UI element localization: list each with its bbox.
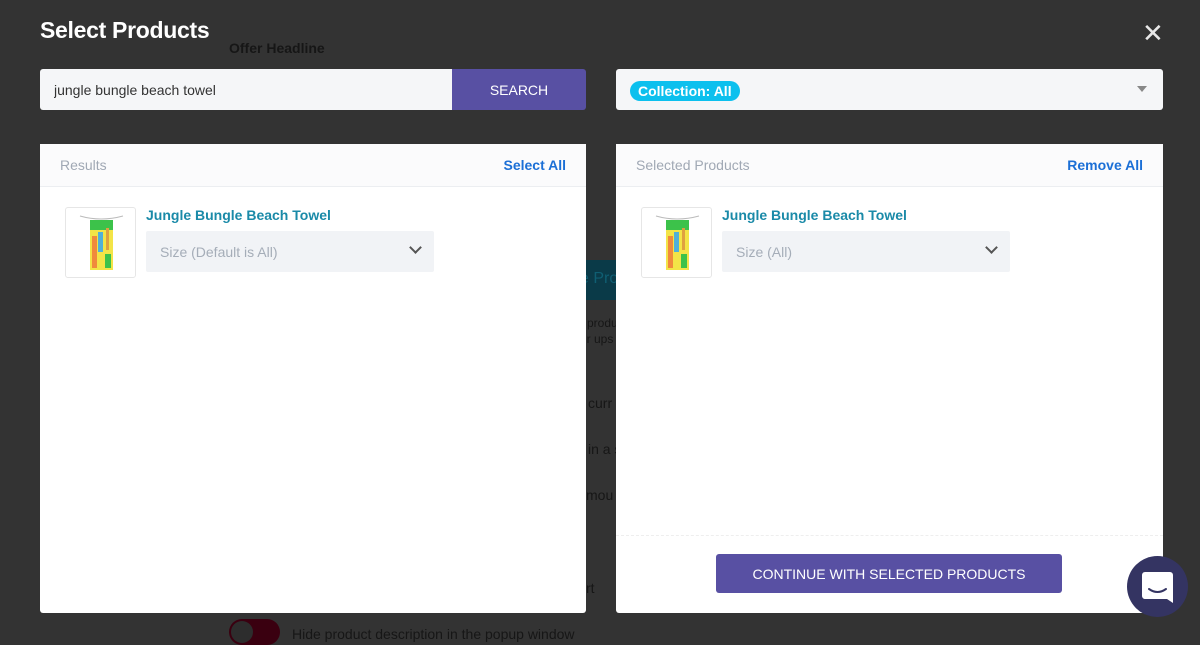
bg-fragment: mou	[586, 487, 614, 503]
product-thumbnail	[65, 207, 136, 278]
selected-panel: Selected Products Remove All Jungle Bung…	[616, 144, 1163, 613]
remove-all-link[interactable]: Remove All	[1067, 157, 1143, 173]
results-label: Results	[60, 157, 107, 173]
bg-offer-headline: Offer Headline	[229, 40, 325, 56]
collection-pill: Collection: All	[630, 81, 740, 101]
chevron-down-icon	[409, 241, 422, 254]
close-icon[interactable]: ✕	[1142, 20, 1164, 46]
collection-select[interactable]: Collection: All	[616, 69, 1163, 110]
bg-fragment: rt	[586, 580, 595, 596]
size-select-placeholder: Size (Default is All)	[160, 244, 278, 260]
bg-teal-button-text: e Pro	[586, 270, 616, 287]
product-thumbnail	[641, 207, 712, 278]
results-header: Results Select All	[40, 144, 586, 187]
bg-teal-button: e Pro	[586, 260, 616, 300]
selected-header: Selected Products Remove All	[616, 144, 1163, 187]
product-name-link[interactable]: Jungle Bungle Beach Towel	[146, 207, 331, 223]
bg-fragment: curr	[588, 395, 613, 411]
bg-fragment: produ	[587, 316, 618, 330]
results-panel: Results Select All Jungle Bungle Beach T…	[40, 144, 586, 613]
search-button[interactable]: SEARCH	[452, 69, 586, 110]
selected-footer: CONTINUE WITH SELECTED PRODUCTS	[616, 535, 1163, 613]
size-select-placeholder: Size (All)	[736, 244, 793, 260]
chat-icon	[1142, 572, 1173, 603]
bg-toggle	[229, 619, 280, 645]
chat-launcher-button[interactable]	[1127, 556, 1188, 617]
chevron-down-icon	[985, 241, 998, 254]
product-name-link[interactable]: Jungle Bungle Beach Towel	[722, 207, 907, 223]
modal-title: Select Products	[40, 17, 210, 43]
select-all-link[interactable]: Select All	[503, 157, 566, 173]
size-select[interactable]: Size (Default is All)	[146, 231, 434, 272]
bg-fragment: ir ups	[584, 332, 614, 346]
selected-label: Selected Products	[636, 157, 750, 173]
search-input[interactable]	[40, 69, 452, 110]
continue-button[interactable]: CONTINUE WITH SELECTED PRODUCTS	[716, 554, 1062, 593]
bg-toggle-label: Hide product description in the popup wi…	[292, 626, 575, 642]
size-select[interactable]: Size (All)	[722, 231, 1010, 272]
search-bar: SEARCH	[40, 69, 586, 110]
caret-down-icon	[1137, 86, 1147, 92]
